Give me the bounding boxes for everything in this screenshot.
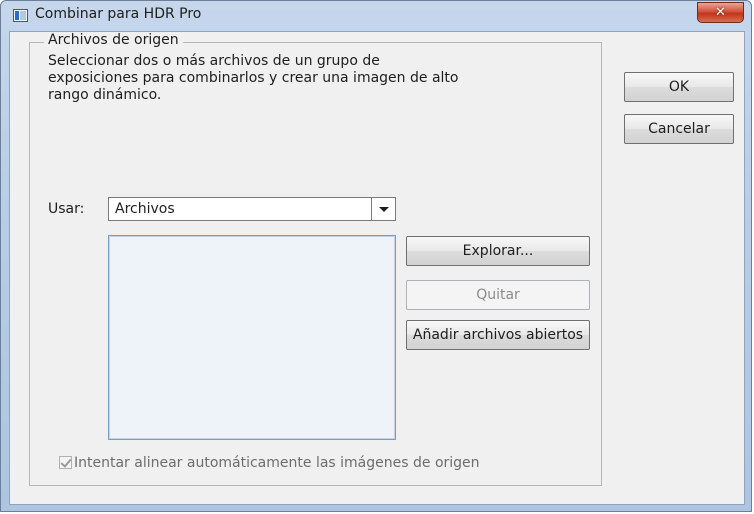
cancel-button[interactable]: Cancelar — [624, 114, 734, 144]
use-select-value: Archivos — [115, 201, 175, 217]
close-button[interactable]: ✕ — [697, 2, 744, 23]
add-open-files-button[interactable]: Añadir archivos abiertos — [406, 320, 590, 350]
chevron-down-icon[interactable] — [371, 198, 395, 220]
source-files-description: Seleccionar dos o más archivos de un gru… — [48, 53, 459, 103]
title-bar[interactable]: Combinar para HDR Pro ✕ — [1, 1, 751, 31]
auto-align-checkbox[interactable] — [59, 456, 72, 469]
ok-button[interactable]: OK — [624, 72, 734, 102]
source-file-list[interactable] — [108, 235, 396, 440]
auto-align-label: Intentar alinear automáticamente las imá… — [74, 455, 480, 471]
app-icon — [13, 9, 28, 22]
use-select[interactable]: Archivos — [108, 197, 396, 221]
browse-button[interactable]: Explorar... — [406, 236, 590, 266]
source-files-legend: Archivos de origen — [44, 32, 183, 48]
window-title: Combinar para HDR Pro — [35, 6, 202, 22]
use-label: Usar: — [48, 201, 85, 217]
remove-button[interactable]: Quitar — [406, 280, 590, 310]
